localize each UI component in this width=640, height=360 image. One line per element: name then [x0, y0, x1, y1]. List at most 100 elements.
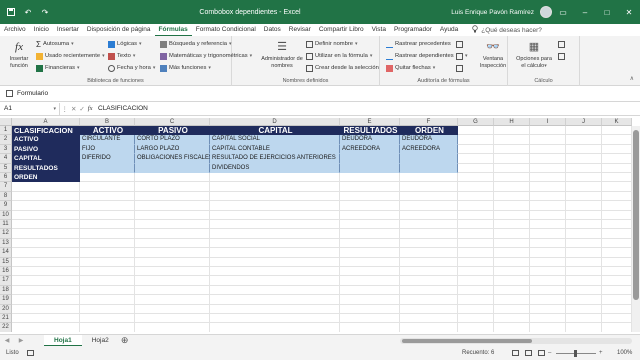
- cell[interactable]: [494, 267, 530, 277]
- cell[interactable]: [135, 173, 210, 183]
- collapse-ribbon-icon[interactable]: ∧: [630, 75, 634, 82]
- cell[interactable]: [602, 182, 632, 192]
- cell[interactable]: [494, 201, 530, 211]
- cell[interactable]: [135, 257, 210, 267]
- category-cell[interactable]: RESULTADOS: [12, 163, 80, 173]
- cell[interactable]: [602, 238, 632, 249]
- cell[interactable]: [400, 257, 458, 267]
- create-from-selection-button[interactable]: Crear desde la selección: [306, 63, 379, 73]
- cell[interactable]: [210, 314, 340, 324]
- cell[interactable]: [602, 191, 632, 202]
- cell[interactable]: [566, 135, 602, 145]
- text-button[interactable]: Texto ▾: [108, 51, 135, 61]
- calc-now-button[interactable]: [558, 39, 565, 49]
- cell[interactable]: [80, 229, 135, 239]
- list-item[interactable]: CIRCULANTE: [80, 135, 135, 145]
- cell[interactable]: [458, 267, 494, 277]
- list-item[interactable]: ACREEDORA: [340, 144, 400, 155]
- cell[interactable]: [210, 210, 340, 220]
- cell[interactable]: [530, 220, 566, 230]
- cell[interactable]: [602, 173, 632, 183]
- select-all-corner[interactable]: [0, 118, 12, 126]
- cell[interactable]: [80, 201, 135, 211]
- cell[interactable]: [566, 163, 602, 173]
- cell[interactable]: [458, 295, 494, 305]
- page-break-icon[interactable]: [538, 350, 545, 356]
- category-cell[interactable]: ACTIVO: [12, 135, 80, 145]
- cell[interactable]: [340, 173, 400, 183]
- cell[interactable]: [400, 182, 458, 192]
- empty-list-cell[interactable]: [400, 163, 458, 173]
- tell-me-box[interactable]: ¿Qué deseas hacer?: [472, 25, 542, 35]
- header-cell[interactable]: CAPITAL: [210, 126, 340, 136]
- cell[interactable]: [530, 173, 566, 183]
- column-header-i[interactable]: I: [530, 118, 566, 126]
- row-header-11[interactable]: 11: [0, 220, 12, 230]
- column-header-k[interactable]: K: [602, 118, 632, 126]
- cell[interactable]: [530, 163, 566, 173]
- cell[interactable]: [340, 229, 400, 239]
- cell[interactable]: [494, 323, 530, 332]
- cell[interactable]: [566, 295, 602, 305]
- cell[interactable]: [210, 173, 340, 183]
- row-header-3[interactable]: 3: [0, 144, 12, 155]
- row-header-15[interactable]: 15: [0, 257, 12, 267]
- category-cell[interactable]: ORDEN: [12, 173, 80, 183]
- list-item[interactable]: LARGO PLAZO: [135, 144, 210, 155]
- cell[interactable]: [530, 201, 566, 211]
- cell[interactable]: [458, 191, 494, 202]
- list-item[interactable]: OBLIGACIONES FISCALES: [135, 154, 213, 164]
- cell[interactable]: [494, 126, 530, 136]
- cell[interactable]: [340, 210, 400, 220]
- cell[interactable]: [80, 314, 135, 324]
- cell[interactable]: [530, 257, 566, 267]
- cell[interactable]: [566, 182, 602, 192]
- recent-functions-button[interactable]: Usado recientemente ▾: [36, 51, 105, 61]
- cell[interactable]: [12, 182, 80, 192]
- zoom-level[interactable]: 100%: [617, 350, 632, 356]
- name-manager-button[interactable]: ☰ Administrador de nombres: [260, 39, 304, 69]
- maximize-icon[interactable]: □: [596, 0, 618, 24]
- cell[interactable]: [602, 257, 632, 267]
- cell[interactable]: [530, 154, 566, 164]
- column-header-d[interactable]: D: [210, 118, 340, 126]
- cell[interactable]: [458, 144, 494, 155]
- cell[interactable]: [494, 238, 530, 249]
- cell[interactable]: [458, 210, 494, 220]
- cell[interactable]: [494, 163, 530, 173]
- cell[interactable]: [530, 314, 566, 324]
- logical-button[interactable]: Lógicas ▾: [108, 39, 142, 49]
- cell[interactable]: [458, 285, 494, 296]
- save-icon[interactable]: [6, 7, 16, 17]
- cell[interactable]: [12, 323, 80, 332]
- cell[interactable]: [458, 229, 494, 239]
- tab-formulas[interactable]: Fórmulas: [154, 24, 192, 36]
- cell[interactable]: [12, 257, 80, 267]
- undo-icon[interactable]: ↶: [23, 7, 33, 17]
- zoom-in-icon[interactable]: +: [599, 350, 603, 356]
- empty-list-cell[interactable]: [400, 154, 458, 164]
- cell[interactable]: [458, 248, 494, 258]
- page-layout-icon[interactable]: [525, 350, 532, 356]
- cell[interactable]: [602, 126, 632, 136]
- cell[interactable]: [340, 182, 400, 192]
- cell[interactable]: [340, 220, 400, 230]
- cell[interactable]: [494, 191, 530, 202]
- cell[interactable]: [494, 144, 530, 155]
- cell[interactable]: [340, 295, 400, 305]
- cell[interactable]: [400, 220, 458, 230]
- remove-arrows-button[interactable]: Quitar flechas ▾: [386, 63, 435, 73]
- cell[interactable]: [602, 285, 632, 296]
- column-header-f[interactable]: F: [400, 118, 458, 126]
- list-item[interactable]: DIFERIDO: [80, 154, 135, 164]
- tab-compartir[interactable]: Compartir Libro: [315, 24, 368, 36]
- cell[interactable]: [494, 135, 530, 145]
- cell[interactable]: [210, 248, 340, 258]
- tab-disposicion[interactable]: Disposición de página: [83, 24, 155, 36]
- define-name-button[interactable]: Definir nombre ▾: [306, 39, 358, 49]
- row-header-17[interactable]: 17: [0, 276, 12, 286]
- cell[interactable]: [135, 238, 210, 249]
- cell[interactable]: [210, 257, 340, 267]
- cell[interactable]: [566, 126, 602, 136]
- list-item[interactable]: FIJO: [80, 144, 135, 155]
